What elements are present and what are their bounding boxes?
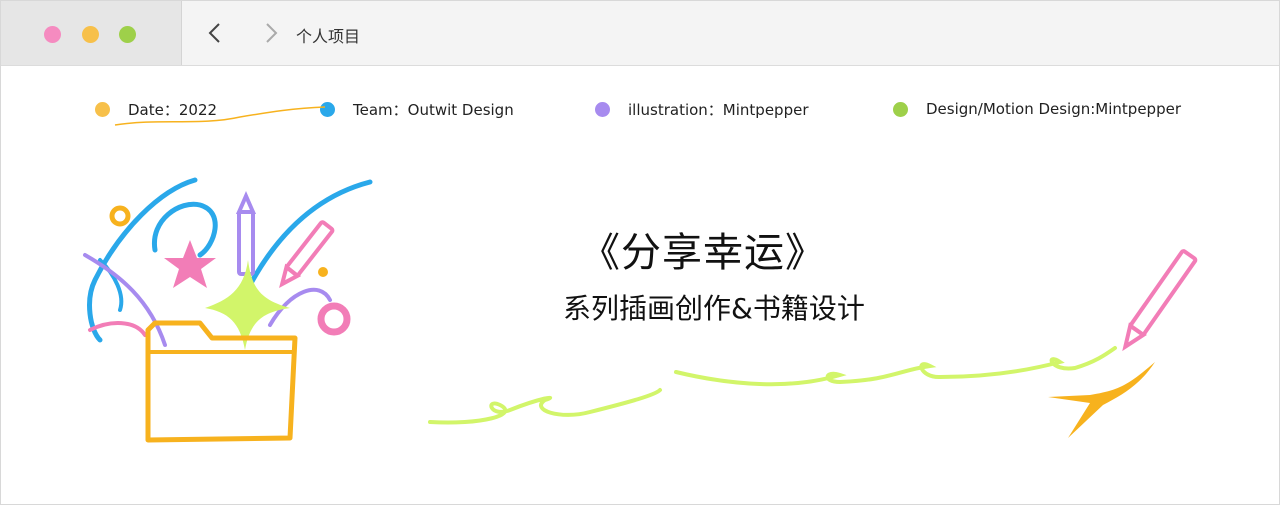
hero-subtitle: 系列插画创作&书籍设计 [563, 292, 865, 325]
lime-loop-line-left [428, 388, 662, 425]
folder-icon [145, 320, 298, 443]
yellow-starburst-icon [1048, 362, 1155, 438]
yellow-dot [318, 267, 328, 277]
yellow-ring [109, 205, 131, 227]
pink-ring [317, 302, 351, 336]
purple-crayon-icon [235, 191, 257, 276]
lime-loop-line-right [674, 346, 1117, 387]
date-underline-scribble [114, 106, 326, 126]
blue-swirl-loop [152, 201, 218, 258]
hero-title: 《分享幸运》 [580, 230, 826, 276]
blue-swirl-right [247, 179, 373, 288]
pink-squiggle [88, 321, 147, 337]
pink-pencil-right-icon [1122, 249, 1198, 352]
